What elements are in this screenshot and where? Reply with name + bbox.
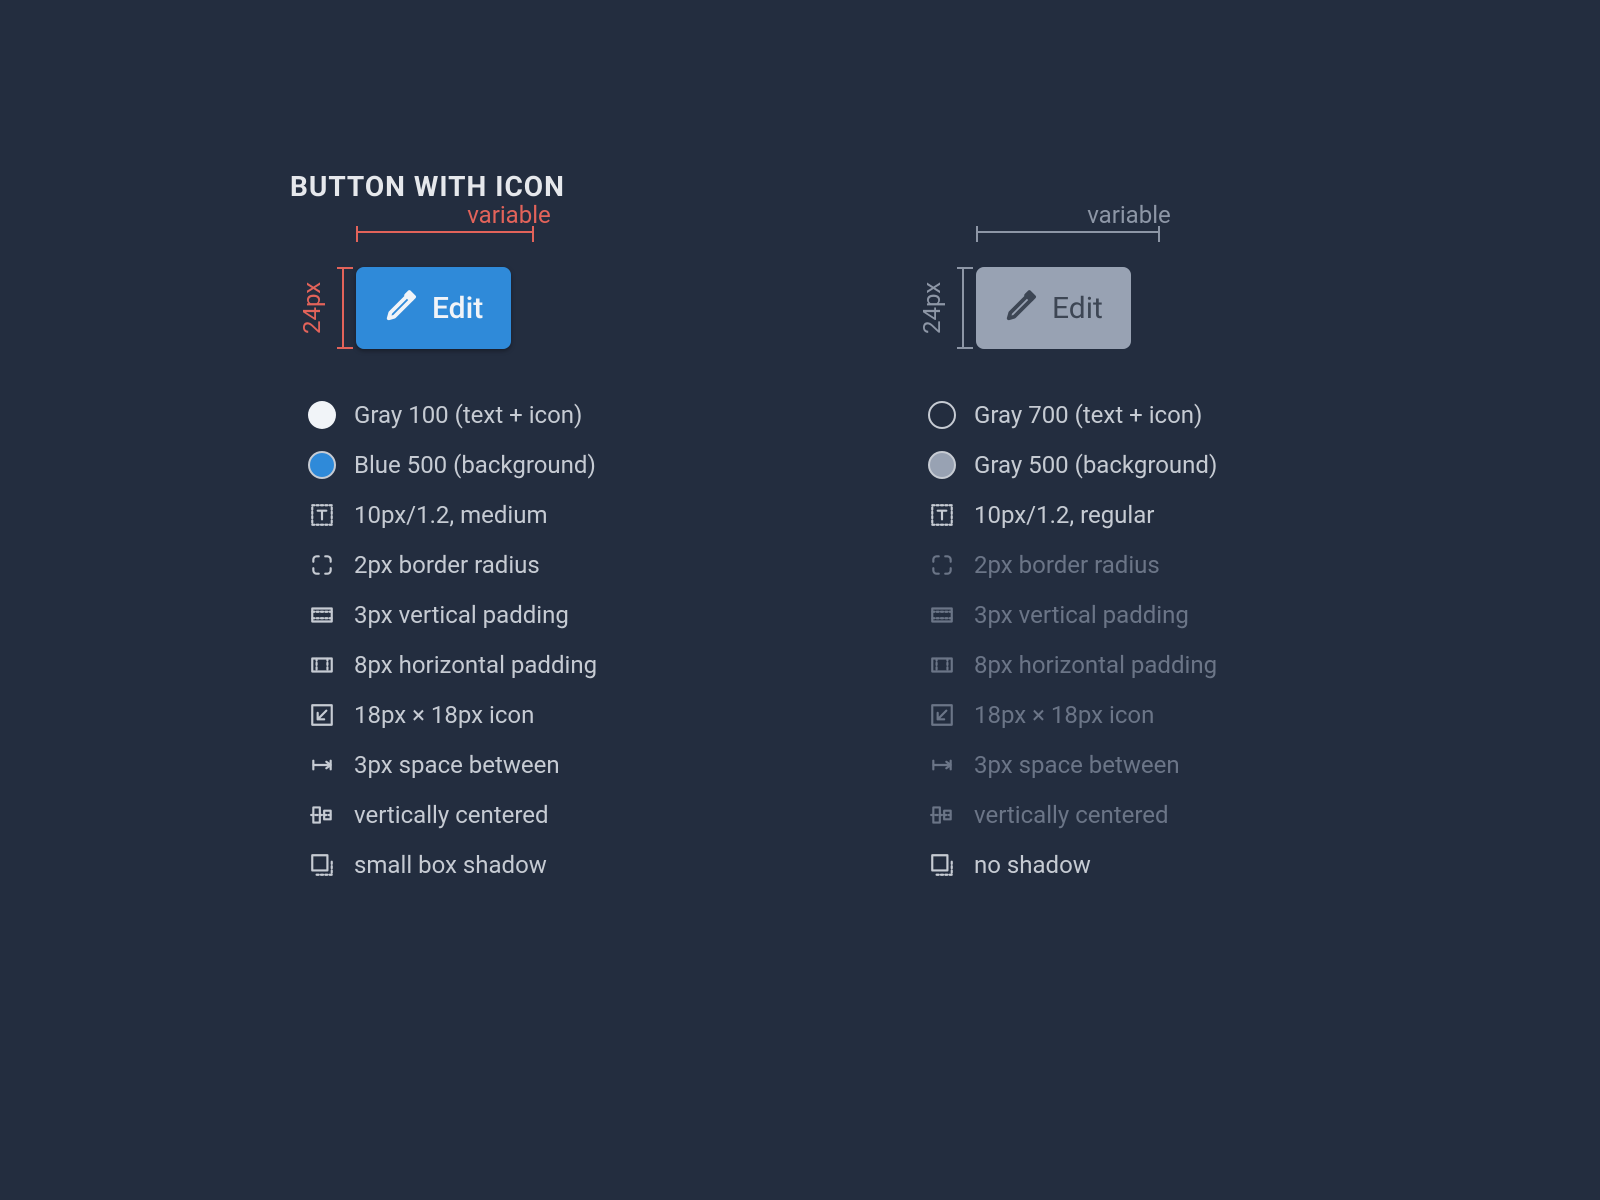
swatch-gray-100 bbox=[308, 401, 336, 429]
primary-spec-list: Gray 100 (text + icon) Blue 500 (backgro… bbox=[290, 401, 690, 879]
typography-icon bbox=[308, 501, 336, 529]
spec-label: 18px × 18px icon bbox=[354, 701, 534, 729]
disabled-sample: variable 24px Edit bbox=[948, 231, 1310, 361]
spec-label: 3px vertical padding bbox=[354, 601, 569, 629]
disabled-spec-list: Gray 700 (text + icon) Gray 500 (backgro… bbox=[910, 401, 1310, 879]
swatch-blue-500 bbox=[308, 451, 336, 479]
width-bracket bbox=[356, 231, 534, 233]
spec-radius: 2px border radius bbox=[308, 551, 690, 579]
spacing-icon bbox=[308, 751, 336, 779]
shadow-icon bbox=[308, 851, 336, 879]
resize-icon bbox=[308, 701, 336, 729]
spec-label: Blue 500 (background) bbox=[354, 451, 596, 479]
spec-label: 8px horizontal padding bbox=[974, 651, 1217, 679]
width-dimension-label: variable bbox=[948, 201, 1310, 229]
spec-label: 2px border radius bbox=[354, 551, 540, 579]
swatch-gray-700 bbox=[928, 401, 956, 429]
vertical-center-icon bbox=[928, 801, 956, 829]
pencil-icon bbox=[1004, 285, 1042, 331]
spec-icon-size: 18px × 18px icon bbox=[928, 701, 1310, 729]
pencil-icon bbox=[384, 285, 422, 331]
edit-button-primary[interactable]: Edit bbox=[356, 267, 511, 349]
height-dimension-label: 24px bbox=[298, 267, 326, 349]
spec-shadow: no shadow bbox=[928, 851, 1310, 879]
spec-gap: 3px space between bbox=[928, 751, 1310, 779]
swatch-gray-500 bbox=[928, 451, 956, 479]
spec-typography: 10px/1.2, medium bbox=[308, 501, 690, 529]
spacing-icon bbox=[928, 751, 956, 779]
spec-text-color: Gray 700 (text + icon) bbox=[928, 401, 1310, 429]
shadow-icon bbox=[928, 851, 956, 879]
spec-label: 3px vertical padding bbox=[974, 601, 1189, 629]
vertical-padding-icon bbox=[928, 601, 956, 629]
spec-label: no shadow bbox=[974, 851, 1091, 879]
spec-hpad: 8px horizontal padding bbox=[308, 651, 690, 679]
border-radius-icon bbox=[308, 551, 336, 579]
spec-text-color: Gray 100 (text + icon) bbox=[308, 401, 690, 429]
edit-button-label: Edit bbox=[432, 291, 483, 326]
spec-label: 8px horizontal padding bbox=[354, 651, 597, 679]
spec-hpad: 8px horizontal padding bbox=[928, 651, 1310, 679]
spec-label: 10px/1.2, regular bbox=[974, 501, 1154, 529]
spec-vpad: 3px vertical padding bbox=[308, 601, 690, 629]
border-radius-icon bbox=[928, 551, 956, 579]
spec-label: Gray 700 (text + icon) bbox=[974, 401, 1202, 429]
spec-label: Gray 100 (text + icon) bbox=[354, 401, 582, 429]
spec-typography: 10px/1.2, regular bbox=[928, 501, 1310, 529]
width-bracket bbox=[976, 231, 1160, 233]
spec-icon-size: 18px × 18px icon bbox=[308, 701, 690, 729]
primary-state-column: variable 24px Edit Gray 100 (text + icon… bbox=[290, 231, 690, 879]
spec-gap: 3px space between bbox=[308, 751, 690, 779]
resize-icon bbox=[928, 701, 956, 729]
spec-label: 18px × 18px icon bbox=[974, 701, 1154, 729]
spec-radius: 2px border radius bbox=[928, 551, 1310, 579]
spec-label: 3px space between bbox=[974, 751, 1180, 779]
section-title: BUTTON WITH ICON bbox=[290, 170, 1600, 203]
spec-align: vertically centered bbox=[928, 801, 1310, 829]
spec-label: 10px/1.2, medium bbox=[354, 501, 548, 529]
horizontal-padding-icon bbox=[308, 651, 336, 679]
vertical-center-icon bbox=[308, 801, 336, 829]
spec-label: 2px border radius bbox=[974, 551, 1160, 579]
spec-align: vertically centered bbox=[308, 801, 690, 829]
disabled-state-column: variable 24px Edit Gray 700 (text + icon… bbox=[910, 231, 1310, 879]
height-bracket bbox=[342, 267, 344, 349]
height-dimension-label: 24px bbox=[918, 267, 946, 349]
edit-button-label: Edit bbox=[1052, 291, 1103, 326]
spec-label: 3px space between bbox=[354, 751, 560, 779]
width-dimension-label: variable bbox=[328, 201, 690, 229]
spec-label: vertically centered bbox=[354, 801, 549, 829]
vertical-padding-icon bbox=[308, 601, 336, 629]
spec-shadow: small box shadow bbox=[308, 851, 690, 879]
spec-bg-color: Blue 500 (background) bbox=[308, 451, 690, 479]
height-bracket bbox=[962, 267, 964, 349]
spec-label: Gray 500 (background) bbox=[974, 451, 1217, 479]
typography-icon bbox=[928, 501, 956, 529]
spec-bg-color: Gray 500 (background) bbox=[928, 451, 1310, 479]
horizontal-padding-icon bbox=[928, 651, 956, 679]
edit-button-disabled: Edit bbox=[976, 267, 1131, 349]
spec-columns: variable 24px Edit Gray 100 (text + icon… bbox=[290, 231, 1600, 879]
primary-sample: variable 24px Edit bbox=[328, 231, 690, 361]
spec-label: vertically centered bbox=[974, 801, 1169, 829]
spec-vpad: 3px vertical padding bbox=[928, 601, 1310, 629]
spec-label: small box shadow bbox=[354, 851, 547, 879]
